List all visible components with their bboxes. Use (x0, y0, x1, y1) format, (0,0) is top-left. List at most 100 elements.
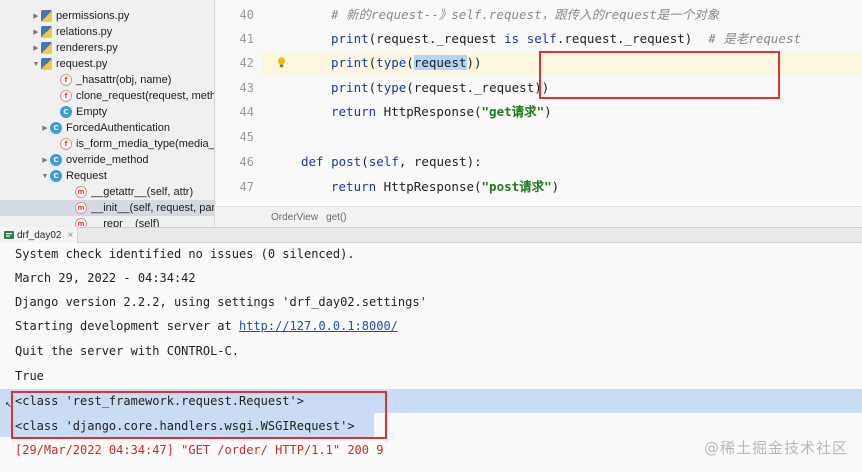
expand-arrow-icon[interactable]: ▶ (40, 124, 50, 132)
tree-item-init[interactable]: m __init__(self, request, pars (0, 200, 215, 216)
tree-item-label: is_form_media_type(media_t (76, 138, 215, 150)
tree-item-label: relations.py (56, 26, 113, 38)
code-line-41: print(request._request is self.request._… (331, 27, 801, 51)
tree-item-label: override_method (66, 154, 149, 166)
code-string: "post请求" (481, 179, 552, 194)
run-tab-label: drf_day02 (17, 229, 62, 241)
tree-item-request-class[interactable]: ▼ C Request (0, 168, 214, 184)
console-line: Django version 2.2.2, using settings 'dr… (15, 295, 427, 309)
line-number: 42 (239, 56, 254, 70)
tree-item-relations[interactable]: ▶ relations.py (0, 24, 214, 40)
function-icon: f (60, 90, 72, 102)
code-token: is (504, 31, 520, 46)
method-icon: m (75, 218, 87, 227)
class-icon: C (50, 154, 62, 166)
expand-arrow-icon[interactable]: ▶ (31, 44, 41, 52)
code-line-40: # 新的request--》self.request，跟传入的request是一… (331, 3, 719, 27)
method-icon: m (75, 202, 87, 214)
code-editor[interactable]: 40 41 42 43 44 45 46 47 # 新的request--》se… (216, 0, 862, 227)
tree-item-getattr[interactable]: m __getattr__(self, attr) (0, 184, 214, 200)
code-token: ) (544, 104, 552, 119)
code-token: self (368, 154, 399, 169)
class-icon: C (60, 106, 72, 118)
line-number: 43 (239, 81, 254, 95)
code-token: return (331, 179, 377, 194)
console-line: Starting development server at http://12… (15, 315, 398, 337)
mouse-cursor-icon: ↖ (5, 397, 12, 410)
tree-item-label: _hasattr(obj, name) (76, 74, 172, 86)
code-token: ) (551, 179, 560, 194)
console-text: Starting development server at (15, 319, 239, 333)
code-line-43: print(type(request._request)) (331, 76, 549, 100)
tree-item-label: Request (66, 170, 107, 182)
code-comment: # 是老request (708, 31, 802, 46)
code-line-42: print(type(request)) (331, 51, 482, 75)
line-number: 40 (239, 8, 254, 22)
console-line: March 29, 2022 - 04:34:42 (15, 271, 196, 285)
server-url-link[interactable]: http://127.0.0.1:8000/ (239, 319, 398, 333)
project-tree[interactable]: ▶ permissions.py ▶ relations.py ▶ renderers… (0, 0, 215, 227)
python-file-icon (41, 58, 52, 70)
code-token: HttpResponse( (376, 104, 482, 119)
python-file-icon (41, 42, 52, 54)
code-token: ( (406, 55, 414, 70)
code-string: "get请求" (481, 104, 545, 119)
collapse-arrow-icon[interactable]: ▼ (31, 61, 41, 68)
tree-item-is-form-media-type[interactable]: f is_form_media_type(media_t (0, 136, 215, 152)
annotation-box (11, 391, 387, 439)
code-token: .request._request) (556, 31, 693, 46)
line-number: 41 (239, 32, 254, 46)
annotation-box (539, 51, 780, 99)
lightbulb-icon[interactable] (277, 57, 286, 68)
tree-item-hasattr[interactable]: f _hasattr(obj, name) (0, 72, 214, 88)
tree-item-repr[interactable]: m __repr__(self) (0, 216, 214, 227)
breadcrumb: OrderView get() (216, 206, 862, 227)
collapse-arrow-icon[interactable]: ▼ (40, 173, 50, 180)
code-token: )) (466, 55, 482, 70)
code-token: type (376, 80, 407, 95)
ide-window: ▶ permissions.py ▶ relations.py ▶ renderers… (0, 0, 862, 472)
run-tool-window-header: drf_day02 × (0, 227, 862, 243)
run-console[interactable]: System check identified no issues (0 sil… (0, 243, 862, 472)
tree-item-label: request.py (56, 58, 108, 70)
tree-item-override-method[interactable]: ▶ Coverride_method (0, 152, 214, 168)
tree-item-renderers[interactable]: ▶ renderers.py (0, 40, 214, 56)
tree-item-label: clone_request(request, meth (76, 90, 215, 102)
code-token: def (301, 154, 324, 169)
code-token: HttpResponse( (376, 179, 482, 194)
tree-item-forced-authentication[interactable]: ▶ C ForcedAuthentication (0, 120, 214, 136)
line-number: 44 (239, 105, 254, 119)
python-file-icon (41, 26, 52, 38)
tree-item-request-py[interactable]: ▼ request.py (0, 56, 214, 72)
close-icon[interactable]: × (67, 230, 73, 241)
code-token: , request): (398, 154, 482, 169)
tree-item-clone-request[interactable]: f clone_request(request, meth (0, 88, 215, 104)
tree-item-empty[interactable]: C Empty (0, 104, 214, 120)
code-token: print (331, 31, 369, 46)
python-file-icon (41, 10, 52, 22)
breadcrumb-item-orderview[interactable]: OrderView (271, 212, 318, 223)
tree-item-label: __init__(self, request, pars (91, 202, 215, 214)
line-number-gutter: 40 41 42 43 44 45 46 47 (216, 0, 262, 206)
code-token: ( (361, 154, 369, 169)
console-line: System check identified no issues (0 sil… (15, 247, 355, 261)
tree-item-permissions[interactable]: ▶ permissions.py (0, 8, 214, 24)
code-comment: # 新的request--》self.request，跟传入的request是一… (331, 7, 720, 22)
breadcrumb-item-get[interactable]: get() (326, 212, 347, 223)
selected-word: request (413, 55, 467, 70)
function-icon: f (60, 138, 72, 150)
console-line-access-log: [29/Mar/2022 04:34:47] "GET /order/ HTTP… (15, 443, 384, 457)
code-token: (request._request)) (406, 80, 550, 95)
run-tab[interactable]: drf_day02 × (0, 227, 79, 243)
tree-item-label: __repr__(self) (91, 218, 160, 227)
expand-arrow-icon[interactable]: ▶ (40, 156, 50, 164)
watermark: @稀土掘金技术社区 (703, 439, 848, 457)
expand-arrow-icon[interactable]: ▶ (31, 12, 41, 20)
line-number: 46 (239, 155, 254, 169)
expand-arrow-icon[interactable]: ▶ (31, 28, 41, 36)
class-icon: C (50, 170, 62, 182)
line-number: 45 (239, 130, 254, 144)
tree-item-label: renderers.py (56, 42, 118, 54)
class-icon: C (50, 122, 62, 134)
